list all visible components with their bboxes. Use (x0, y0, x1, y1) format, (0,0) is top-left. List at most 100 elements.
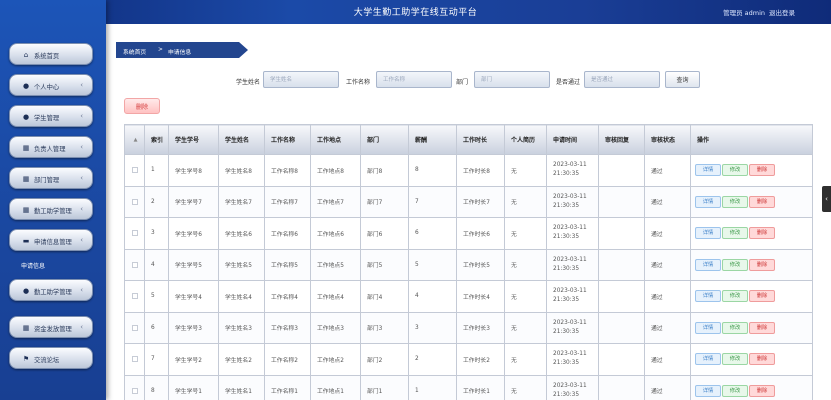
edit-button[interactable]: 修改 (722, 258, 748, 271)
column-header: 操作 (690, 124, 813, 155)
sidebar-item-10[interactable]: ⚑ 交流论坛 (9, 347, 93, 369)
table-cell: 工作时长5 (456, 248, 505, 281)
table-cell (598, 280, 645, 313)
job-name-input[interactable] (376, 71, 452, 88)
table-cell: 工作时长8 (456, 154, 505, 187)
row-checkbox[interactable] (131, 293, 138, 299)
table-cell: 学生姓名6 (218, 217, 265, 250)
breadcrumb-separator: > (158, 47, 163, 53)
chevron-left-icon: ‹ (80, 143, 83, 151)
edit-button[interactable]: 修改 (722, 195, 748, 208)
detail-button[interactable]: 详情 (695, 258, 721, 271)
user-icon: ● (22, 287, 30, 295)
row-checkbox[interactable] (131, 167, 138, 173)
table-cell: 学生学号5 (168, 248, 219, 281)
table-cell: 通过 (644, 311, 691, 344)
table-cell: 无 (504, 154, 547, 187)
row-checkbox[interactable] (131, 324, 138, 331)
user-icon: ● (22, 113, 30, 121)
detail-button[interactable]: 详情 (695, 321, 721, 334)
edit-button[interactable]: 修改 (722, 164, 748, 177)
detail-button[interactable]: 详情 (695, 290, 721, 303)
delete-button[interactable]: 删除 (749, 290, 775, 303)
table-cell: 通过 (644, 374, 691, 400)
table-cell: 2 (408, 343, 457, 376)
delete-button[interactable]: 删除 (749, 321, 775, 334)
detail-button[interactable]: 详情 (695, 164, 721, 177)
detail-button[interactable]: 详情 (695, 353, 721, 366)
collapse-tab[interactable]: ‹ (822, 186, 831, 212)
row-checkbox[interactable] (131, 230, 138, 236)
table-cell: 工作地点2 (310, 343, 361, 376)
table-cell: 工作时长7 (456, 185, 505, 218)
grid-icon: ▦ (22, 324, 30, 332)
table-cell: 学生学号4 (168, 280, 219, 313)
table-cell (598, 311, 645, 344)
table-cell: 学生学号6 (168, 217, 219, 250)
detail-button[interactable]: 详情 (695, 384, 721, 397)
edit-button[interactable]: 修改 (722, 227, 748, 240)
header-select-all[interactable]: ▲ (124, 124, 145, 155)
column-header: 索引 (144, 124, 169, 155)
bulk-delete-button[interactable]: 删除 (124, 98, 160, 114)
table-cell: 工作时长1 (456, 374, 505, 400)
table-cell: 学生姓名7 (218, 185, 265, 218)
edit-button[interactable]: 修改 (722, 384, 748, 397)
sidebar-item-label: 学生管理 (34, 115, 60, 122)
table-cell: 部门3 (360, 311, 409, 344)
passed-input[interactable] (584, 71, 660, 88)
sidebar-item-label: 交流论坛 (34, 357, 60, 364)
sidebar-item-label: 个人中心 (34, 84, 60, 91)
row-select-cell (124, 217, 145, 250)
edit-button[interactable]: 修改 (722, 321, 748, 334)
detail-button[interactable]: 详情 (695, 195, 721, 208)
row-checkbox[interactable] (131, 356, 138, 362)
table-cell: 工作名称7 (264, 185, 311, 218)
student-name-input[interactable] (263, 71, 339, 88)
table-cell: 部门1 (360, 374, 409, 400)
table-cell: 5 (144, 280, 169, 313)
flag-icon: ⚑ (22, 355, 30, 363)
table-cell: 学生学号3 (168, 311, 219, 344)
table-cell: 2023-03-11 21:30:35 (546, 217, 599, 250)
sidebar-item-5[interactable]: ▦ 部门管理 ‹ (9, 167, 93, 189)
detail-button[interactable]: 详情 (695, 227, 721, 240)
sidebar-item-3[interactable]: ● 学生管理 ‹ (9, 105, 93, 127)
table-cell: 部门5 (360, 248, 409, 281)
row-checkbox[interactable] (131, 387, 138, 394)
row-select-cell (124, 311, 145, 344)
table-cell: 8 (408, 154, 457, 187)
delete-button[interactable]: 删除 (749, 164, 775, 177)
table-row: 6 学生学号3 学生姓名3 工作名称3 工作地点3 部门3 3 工作时长3 无 2023-03-1… (124, 311, 813, 344)
sidebar-item-1[interactable]: ⌂ 系统首页 (9, 43, 93, 65)
breadcrumb-home[interactable]: 系统首页 (123, 47, 146, 56)
delete-button[interactable]: 删除 (749, 258, 775, 271)
dept-input[interactable] (474, 71, 550, 88)
delete-button[interactable]: 删除 (749, 227, 775, 240)
sidebar-item-8[interactable]: ● 勤工助学管理 ‹ (9, 279, 93, 301)
sidebar-item-9[interactable]: ▦ 资金发放管理 ‹ (9, 316, 93, 338)
column-header: 部门 (360, 124, 409, 155)
sidebar-item-4[interactable]: ▦ 负责人管理 ‹ (9, 136, 93, 158)
table-cell: 1 (144, 154, 169, 187)
row-checkbox[interactable] (131, 261, 138, 268)
table-cell (598, 374, 645, 400)
edit-button[interactable]: 修改 (722, 353, 748, 366)
row-select-cell (124, 280, 145, 313)
row-checkbox[interactable] (131, 198, 138, 205)
student-name-label: 学生姓名 (236, 79, 261, 86)
sidebar-item-2[interactable]: ● 个人中心 ‹ (9, 74, 93, 96)
table-cell: 工作名称1 (264, 374, 311, 400)
delete-button[interactable]: 删除 (749, 353, 775, 366)
table-cell: 工作时长6 (456, 217, 505, 250)
sidebar-item-6[interactable]: ▦ 勤工助学管理 ‹ (9, 198, 93, 220)
edit-button[interactable]: 修改 (722, 290, 748, 303)
table-cell: 4 (144, 248, 169, 281)
sidebar-item-7[interactable]: ▬ 申请信息管理 ‹ (9, 229, 93, 251)
sidebar-subitem-application-info[interactable]: 申请信息 (9, 256, 93, 272)
delete-button[interactable]: 删除 (749, 384, 775, 397)
delete-button[interactable]: 删除 (749, 195, 775, 208)
logout-link[interactable]: 退出登录 (769, 7, 795, 17)
sort-icon: ▲ (133, 137, 138, 143)
search-button[interactable]: 查询 (665, 71, 700, 88)
